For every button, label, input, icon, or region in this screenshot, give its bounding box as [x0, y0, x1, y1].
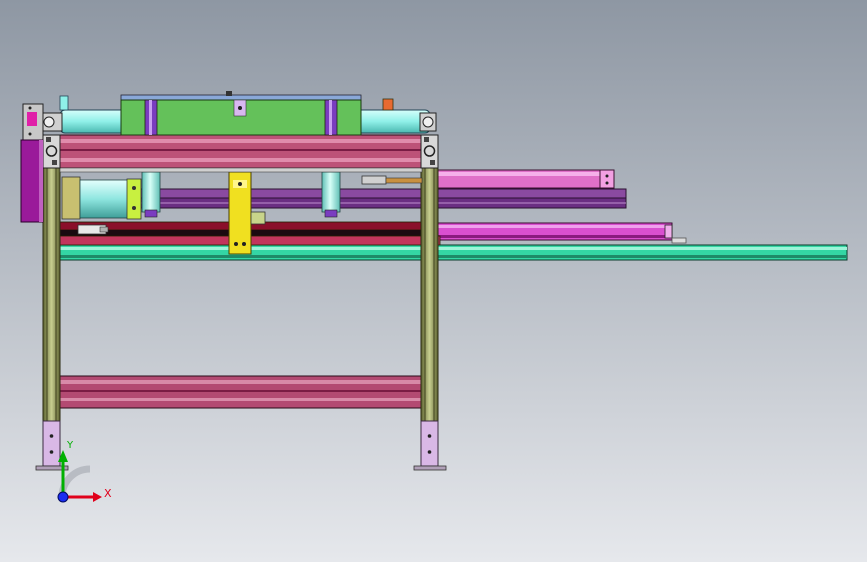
green-mounting-plate[interactable]: [120, 91, 362, 136]
y-axis-label: Y: [67, 440, 74, 451]
left-side-bracket[interactable]: [22, 103, 44, 141]
right-end-cap[interactable]: [419, 112, 437, 132]
purple-side-panel[interactable]: [20, 139, 44, 223]
top-cross-beam[interactable]: [59, 134, 423, 173]
x-axis-label: X: [104, 487, 112, 500]
magenta-guide-rail[interactable]: [437, 222, 687, 244]
vertical-guide-rod-right[interactable]: [321, 171, 341, 218]
green-guide-rail[interactable]: [59, 244, 848, 261]
violet-guide-rail[interactable]: [139, 188, 627, 209]
bottom-cross-beam[interactable]: [59, 375, 423, 409]
sensor-bracket[interactable]: [77, 224, 109, 235]
right-corner-connector[interactable]: [420, 134, 439, 169]
left-upright-profile[interactable]: [42, 165, 61, 423]
upper-pink-guide-rail[interactable]: [429, 169, 615, 189]
vertical-guide-rod-left[interactable]: [141, 171, 161, 218]
left-corner-connector[interactable]: [42, 134, 61, 169]
motor-assembly[interactable]: [61, 176, 142, 220]
cad-3d-viewport[interactable]: X Y: [0, 0, 867, 562]
assembly-canvas[interactable]: [0, 0, 867, 562]
z-axis-dot: [57, 491, 69, 503]
right-upright-profile[interactable]: [420, 165, 439, 423]
copper-fitting[interactable]: [382, 98, 394, 111]
